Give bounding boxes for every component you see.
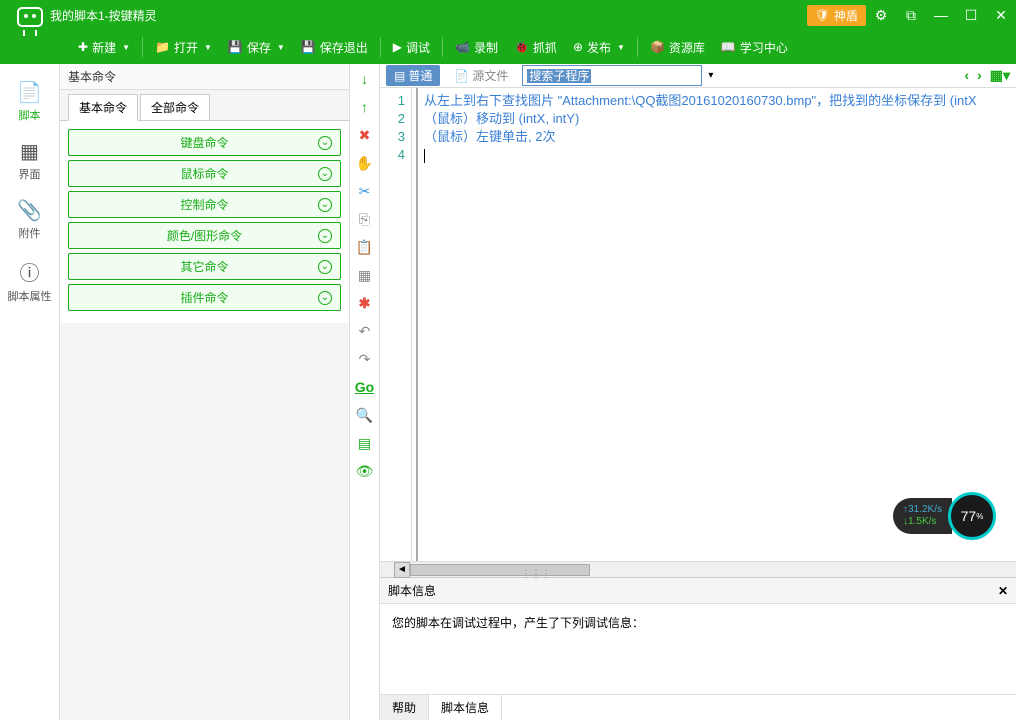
- editor-bar: ▤普通 📄源文件 搜索子程序 ▾ ‹ › ▦▾: [380, 64, 1016, 88]
- plus-icon: ✚: [78, 40, 88, 54]
- eye-icon[interactable]: 👁: [354, 460, 376, 482]
- cat-mouse[interactable]: 鼠标命令⌄: [68, 160, 341, 187]
- panel-title: 基本命令: [60, 64, 349, 90]
- info-panel: 脚本信息 ✕ 您的脚本在调试过程中，产生了下列调试信息： 帮助 脚本信息: [380, 577, 1016, 720]
- command-panel: 基本命令 基本命令 全部命令 键盘命令⌄ 鼠标命令⌄ 控制命令⌄ 颜色/图形命令…: [60, 64, 350, 720]
- menu-learn[interactable]: 📖学习中心: [713, 30, 796, 64]
- shield-badge[interactable]: 🛡神盾: [807, 5, 866, 26]
- code-line[interactable]: （鼠标）左键单击, 2次: [424, 128, 1010, 146]
- nav-next-icon[interactable]: ›: [977, 67, 982, 84]
- scroll-left-icon[interactable]: ◄: [394, 562, 410, 578]
- menu-bar: ✚新建▼ 📁打开▼ 💾保存▼ 💾保存退出 ▶调试 📹录制 🐞抓抓 ⊕发布▼ 📦资…: [0, 30, 1016, 64]
- publish-icon: ⊕: [573, 40, 583, 54]
- list-icon[interactable]: ▤: [354, 432, 376, 454]
- folder-icon: 📁: [155, 40, 170, 54]
- percent-circle[interactable]: 77%: [948, 492, 996, 540]
- go-icon[interactable]: Go: [354, 376, 376, 398]
- network-widget[interactable]: ↑31.2K/s ↓1.5K/s 77%: [893, 492, 996, 540]
- view-source[interactable]: 📄源文件: [446, 65, 516, 86]
- line-gutter: 1234: [380, 88, 412, 561]
- expand-icon: ⌄: [318, 136, 332, 150]
- arrow-down-icon[interactable]: ↓: [354, 68, 376, 90]
- book-icon: 📖: [721, 40, 736, 54]
- left-nav: 📄脚本 ▦界面 📎附件 ⓘ脚本属性: [0, 64, 60, 720]
- code-line[interactable]: 从左上到右下查找图片 "Attachment:\QQ截图201610201607…: [424, 92, 1010, 110]
- code-line[interactable]: （鼠标）移动到 (intX, intY): [424, 110, 1010, 128]
- nav-script[interactable]: 📄脚本: [0, 72, 59, 131]
- redo-icon[interactable]: ↷: [354, 348, 376, 370]
- tab-help[interactable]: 帮助: [380, 695, 429, 720]
- horizontal-scrollbar[interactable]: ◄ ⋮⋮⋮: [380, 561, 1016, 577]
- code-editor[interactable]: 1234 从左上到右下查找图片 "Attachment:\QQ截图2016102…: [380, 88, 1016, 561]
- save-exit-icon: 💾: [301, 40, 316, 54]
- menu-save[interactable]: 💾保存▼: [220, 30, 293, 64]
- menu-publish[interactable]: ⊕发布▼: [565, 30, 633, 64]
- cat-other[interactable]: 其它命令⌄: [68, 253, 341, 280]
- paste-icon[interactable]: 📋: [354, 236, 376, 258]
- nav-attach[interactable]: 📎附件: [0, 190, 59, 249]
- grab-icon: 🐞: [514, 40, 529, 54]
- menu-resources[interactable]: 📦资源库: [642, 30, 713, 64]
- indent-icon[interactable]: ▦: [354, 264, 376, 286]
- copy-icon[interactable]: ⎘: [354, 208, 376, 230]
- doc-icon: ▤: [394, 69, 405, 83]
- search-input[interactable]: 搜索子程序: [522, 65, 702, 86]
- maximize-icon[interactable]: ☐: [956, 0, 986, 30]
- tab-all-cmd[interactable]: 全部命令: [140, 94, 210, 120]
- panel-close-icon[interactable]: ✕: [998, 584, 1008, 598]
- close-icon[interactable]: ✕: [986, 0, 1016, 30]
- info-icon: ⓘ: [0, 257, 59, 286]
- cat-control[interactable]: 控制命令⌄: [68, 191, 341, 218]
- layout-icon[interactable]: ▦▾: [990, 67, 1010, 84]
- nav-ui[interactable]: ▦界面: [0, 131, 59, 190]
- resource-icon: 📦: [650, 40, 665, 54]
- window-title: 我的脚本1-按键精灵: [10, 7, 807, 24]
- source-icon: 📄: [454, 69, 469, 83]
- nav-prev-icon[interactable]: ‹: [964, 67, 969, 84]
- settings-icon[interactable]: ⚙: [866, 0, 896, 30]
- paperclip-icon: 📎: [0, 198, 59, 223]
- menu-grab[interactable]: 🐞抓抓: [506, 30, 565, 64]
- menu-debug[interactable]: ▶调试: [385, 30, 438, 64]
- menu-record[interactable]: 📹录制: [447, 30, 506, 64]
- hand-icon[interactable]: ✋: [354, 152, 376, 174]
- find-icon[interactable]: 🔍: [354, 404, 376, 426]
- shield-icon: 🛡: [815, 8, 830, 22]
- script-icon: 📄: [0, 80, 59, 105]
- view-normal[interactable]: ▤普通: [386, 65, 440, 86]
- editor-side-tools: ↓ ↑ ✖ ✋ ✂ ⎘ 📋 ▦ ✱ ↶ ↷ Go 🔍 ▤ 👁: [350, 64, 380, 720]
- info-title: 脚本信息: [388, 582, 436, 599]
- undo-icon[interactable]: ↶: [354, 320, 376, 342]
- dropdown-icon[interactable]: ▾: [708, 70, 713, 81]
- cat-color[interactable]: 颜色/图形命令⌄: [68, 222, 341, 249]
- menu-saveexit[interactable]: 💾保存退出: [293, 30, 376, 64]
- tab-scriptinfo[interactable]: 脚本信息: [429, 695, 502, 720]
- play-icon: ▶: [393, 40, 402, 54]
- grid-icon: ▦: [0, 139, 59, 164]
- record-icon: 📹: [455, 40, 470, 54]
- cut-icon[interactable]: ✂: [354, 180, 376, 202]
- arrow-up-icon[interactable]: ↑: [354, 96, 376, 118]
- restore-icon[interactable]: ⧉: [896, 0, 926, 30]
- menu-open[interactable]: 📁打开▼: [147, 30, 220, 64]
- error-icon[interactable]: ✱: [354, 292, 376, 314]
- save-icon: 💾: [228, 40, 243, 54]
- cat-keyboard[interactable]: 键盘命令⌄: [68, 129, 341, 156]
- delete-icon[interactable]: ✖: [354, 124, 376, 146]
- app-logo-icon: [10, 2, 50, 42]
- minimize-icon[interactable]: ―: [926, 0, 956, 30]
- title-bar: 我的脚本1-按键精灵 🛡神盾 ⚙ ⧉ ― ☐ ✕: [0, 0, 1016, 30]
- scroll-thumb[interactable]: ⋮⋮⋮: [410, 564, 590, 576]
- chevron-down-icon: ▼: [122, 43, 130, 52]
- tab-basic-cmd[interactable]: 基本命令: [68, 94, 138, 121]
- info-body: 您的脚本在调试过程中，产生了下列调试信息：: [380, 604, 1016, 694]
- cat-plugin[interactable]: 插件命令⌄: [68, 284, 341, 311]
- nav-props[interactable]: ⓘ脚本属性: [0, 249, 59, 312]
- code-line[interactable]: [424, 146, 1010, 164]
- menu-new[interactable]: ✚新建▼: [70, 30, 138, 64]
